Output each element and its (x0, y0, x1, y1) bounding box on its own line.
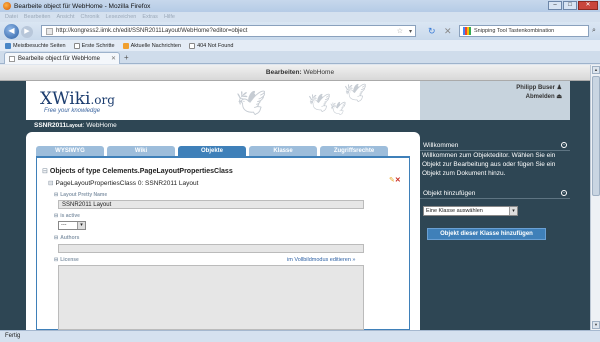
tab-zugriffsrechte[interactable]: Zugriffsrechte (320, 146, 388, 156)
edit-mode-bar: Bearbeiten: WebHome (0, 65, 600, 81)
menu-extras[interactable]: Extras (142, 14, 158, 20)
edit-label: Bearbeiten: (265, 69, 302, 76)
bird-decoration-icon: 🕊 (330, 101, 347, 116)
menu-datei[interactable]: Datei (5, 14, 18, 20)
collapse-icon[interactable]: ⊟ (42, 168, 48, 175)
user-panel: Philipp Buser ♟ Abmelden ⏏ (420, 81, 570, 120)
user-name-link[interactable]: Philipp Buser ♟ (516, 84, 562, 91)
bookmark-item[interactable]: 404 Not Found (189, 42, 233, 49)
collapse-icon[interactable]: − (561, 190, 567, 196)
objects-heading[interactable]: ⊟ Objects of type Celements.PageLayoutPro… (42, 167, 233, 175)
address-bar[interactable]: http://kongress2.iimk.ch/edit/SSNR2011La… (41, 25, 416, 37)
close-tab-icon[interactable]: ✕ (111, 55, 116, 62)
site-favicon-icon (46, 27, 53, 35)
browser-tab[interactable]: Bearbeite object für WebHome ✕ (4, 52, 120, 64)
chevron-down-icon: ▾ (509, 207, 517, 215)
field-label-is-active: ⊟ is active (54, 213, 80, 219)
field-label-license: ⊟ License (54, 257, 79, 263)
rss-icon (122, 42, 129, 49)
page-viewport: Bearbeiten: WebHome XWiki.org Free your … (0, 65, 600, 330)
search-icon[interactable]: ⌕ (592, 27, 596, 35)
browser-tab-strip: Bearbeite object für WebHome ✕ + (0, 51, 600, 64)
window-title: Bearbeite object für WebHome - Mozilla F… (14, 2, 151, 10)
editor-tabs: WYSIWYG Wiki Objekte Klasse Zugriffsrech… (36, 146, 388, 156)
bookmark-item[interactable]: Aktuelle Nachrichten (122, 42, 181, 49)
address-url: http://kongress2.iimk.ch/edit/SSNR2011La… (56, 28, 248, 34)
status-bar: Fertig (0, 330, 600, 342)
close-window-button[interactable]: ✕ (578, 1, 598, 10)
menu-hilfe[interactable]: Hilfe (164, 14, 175, 20)
page-icon (9, 55, 15, 62)
authors-field[interactable] (58, 244, 364, 253)
maximize-button[interactable]: □ (563, 1, 577, 10)
bookmark-folder-icon (5, 42, 11, 49)
google-icon (463, 27, 471, 35)
navigation-toolbar: ◀ ▶ http://kongress2.iimk.ch/edit/SSNR20… (0, 22, 600, 40)
reload-icon[interactable]: ↻ (428, 26, 436, 37)
tab-objekte[interactable]: Objekte (178, 146, 246, 156)
browser-tab-label: Bearbeite object für WebHome (18, 55, 100, 62)
bookmark-item[interactable]: Meistbesuchte Seiten (5, 42, 66, 49)
xwiki-header: XWiki.org Free your knowledge 🕊 🕊 🕊 🕊 (26, 81, 420, 120)
license-textarea[interactable] (58, 265, 364, 330)
tab-wiki[interactable]: Wiki (107, 146, 175, 156)
vertical-scrollbar[interactable]: ▲ ▼ (590, 65, 600, 330)
menu-ansicht[interactable]: Ansicht (56, 14, 74, 20)
back-button[interactable]: ◀ (4, 24, 19, 39)
forward-button[interactable]: ▶ (21, 26, 33, 38)
window-controls: – □ ✕ (548, 1, 598, 10)
new-tab-button[interactable]: + (124, 53, 129, 62)
pretty-name-field[interactable]: SSNR2011 Layout (58, 200, 364, 209)
welcome-text: Willkommen zum Objekteditor. Wählen Sie … (422, 152, 556, 177)
page-title: SSNR2011Layout: WebHome (26, 120, 420, 132)
menu-lesezeichen[interactable]: Lesezeichen (105, 14, 136, 20)
is-active-select[interactable]: --- ▾ (58, 221, 86, 230)
search-input[interactable]: Snipping Tool Tastenkombination (459, 25, 589, 37)
add-object-button[interactable]: Objekt dieser Klasse hinzufügen (427, 228, 546, 240)
url-dropdown-icon[interactable]: ▾ (409, 28, 412, 35)
search-text: Snipping Tool Tastenkombination (474, 28, 555, 34)
tab-klasse[interactable]: Klasse (249, 146, 317, 156)
welcome-panel-header[interactable]: Willkommen − (420, 140, 570, 151)
bird-decoration-icon: 🕊 (344, 83, 367, 103)
scrollbar-thumb[interactable] (592, 76, 600, 196)
edit-doc-name: WebHome (303, 69, 335, 76)
chevron-down-icon: ▾ (77, 222, 85, 229)
scroll-down-icon[interactable]: ▼ (592, 321, 600, 329)
fullscreen-edit-link[interactable]: im Vollbildmodus editieren » (287, 257, 355, 263)
collapse-icon[interactable]: ⊟ (48, 180, 53, 187)
class-select[interactable]: Eine Klasse auswählen ▾ (423, 206, 518, 216)
menu-bearbeiten[interactable]: Bearbeiten (24, 14, 51, 20)
window-title-bar: Bearbeite object für WebHome - Mozilla F… (0, 0, 600, 12)
field-label-pretty-name: ⊟ Layout Pretty Name (54, 192, 108, 198)
firefox-logo-icon (3, 2, 11, 10)
page-icon (73, 42, 80, 49)
minimize-button[interactable]: – (548, 1, 562, 10)
bird-decoration-icon: 🕊 (308, 93, 331, 113)
collapse-icon[interactable]: − (561, 142, 567, 148)
add-object-panel-header[interactable]: Objekt hinzufügen − (420, 188, 570, 199)
scroll-up-icon[interactable]: ▲ (592, 66, 600, 74)
bookmarks-toolbar: Meistbesuchte Seiten Erste Schritte Aktu… (0, 40, 600, 51)
object-actions: ✎✕ (389, 176, 401, 184)
page-icon (189, 42, 196, 49)
bird-decoration-icon: 🕊 (236, 90, 267, 117)
bookmark-item[interactable]: Erste Schritte (73, 42, 115, 49)
bookmark-star-icon[interactable]: ☆ (397, 27, 403, 35)
xwiki-tagline: Free your knowledge (44, 108, 101, 114)
menu-bar: Datei Bearbeiten Ansicht Chronik Lesezei… (0, 12, 600, 22)
field-label-authors: ⊟ Authors (54, 235, 80, 241)
tab-wysiwyg[interactable]: WYSIWYG (36, 146, 104, 156)
menu-chronik[interactable]: Chronik (81, 14, 100, 20)
delete-x-icon[interactable]: ✕ (395, 177, 401, 184)
stop-icon[interactable]: ✕ (444, 26, 452, 37)
object-entry[interactable]: ⊟ PageLayoutPropertiesClass 0: SSNR2011 L… (48, 179, 198, 187)
logout-link[interactable]: Abmelden ⏏ (526, 93, 562, 100)
xwiki-logo[interactable]: XWiki.org (40, 89, 115, 109)
